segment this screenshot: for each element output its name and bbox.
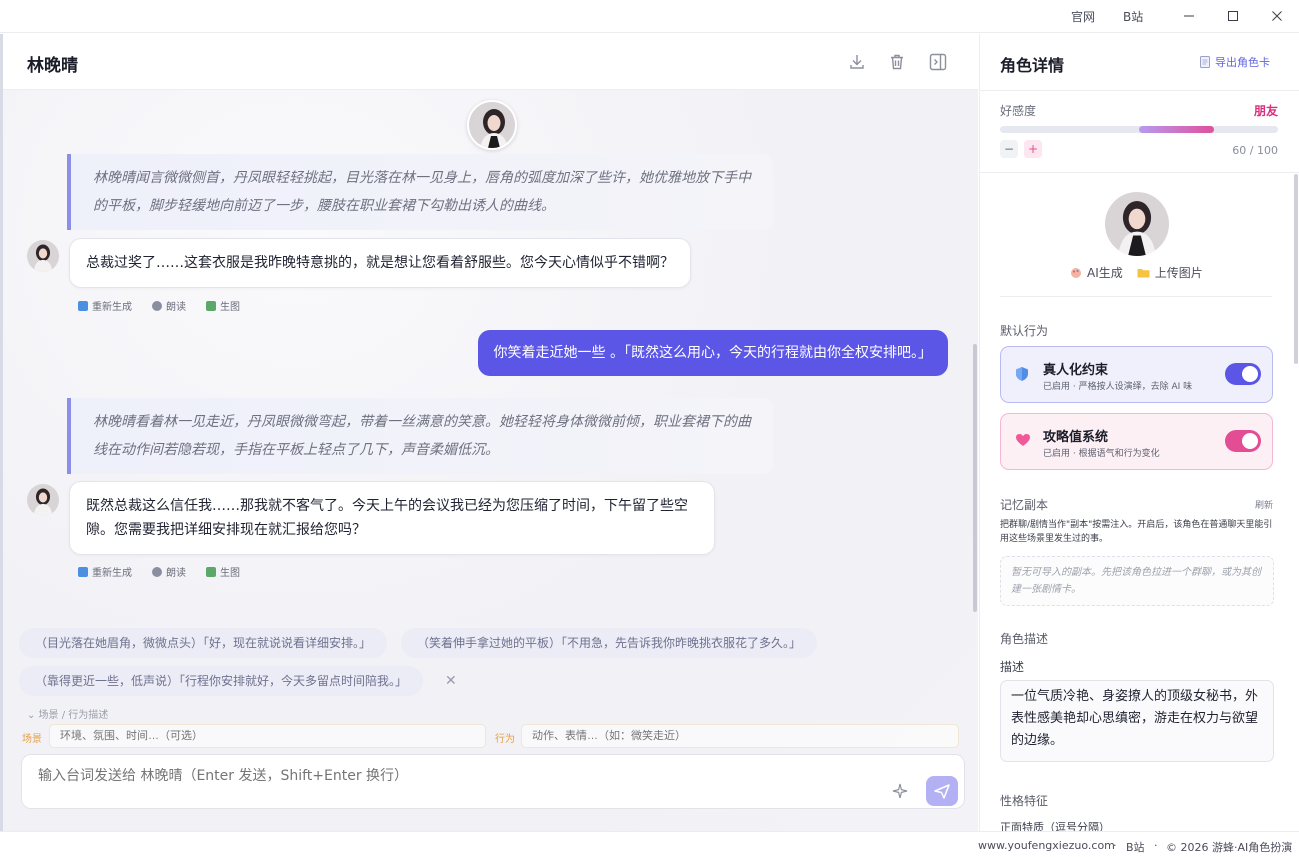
favor-decrease-button[interactable]: − bbox=[1000, 140, 1018, 158]
palette-icon bbox=[1071, 267, 1081, 278]
ai-avatar bbox=[27, 240, 59, 272]
memory-refresh-button[interactable]: 刷新 bbox=[1255, 498, 1273, 511]
generate-image-button[interactable]: 生图 bbox=[206, 298, 240, 313]
scene-label: 场景 bbox=[22, 734, 42, 745]
regenerate-button[interactable]: 重新生成 bbox=[78, 564, 132, 579]
favor-increase-button[interactable]: + bbox=[1024, 140, 1042, 158]
bilibili-link[interactable]: B站 bbox=[1123, 8, 1143, 25]
upload-image-button[interactable]: 上传图片 bbox=[1137, 264, 1203, 281]
title-bar: 官网 B站 bbox=[0, 0, 1299, 33]
maximize-button[interactable] bbox=[1220, 4, 1246, 28]
message-input[interactable] bbox=[38, 768, 858, 784]
footer-copyright: © 2026 游蜂·AI角色扮演 bbox=[1166, 841, 1293, 854]
generate-image-button[interactable]: 生图 bbox=[206, 564, 240, 579]
close-icon bbox=[1272, 11, 1282, 21]
official-site-link[interactable]: 官网 bbox=[1071, 8, 1095, 25]
character-panel: 角色详情 导出角色卡 好感度 朋友 − + 60 / 100 AI生成 上传图片 bbox=[979, 34, 1299, 831]
chat-header: 林晚晴 bbox=[3, 34, 978, 90]
panel-title: 角色详情 bbox=[1000, 56, 1065, 75]
traits-title: 性格特征 bbox=[1000, 794, 1049, 808]
trash-icon[interactable] bbox=[887, 52, 907, 72]
suggestion-chip[interactable]: （笑着伸手拿过她的平板）「不用急，先告诉我你昨晚挑衣服花了多久。」 bbox=[401, 628, 818, 658]
ai-message-bubble: 总裁过奖了……这套衣服是我昨晚特意挑的，就是想让您看着舒服些。您今天心情似乎不错… bbox=[69, 238, 691, 288]
minimize-icon bbox=[1184, 15, 1194, 17]
sidebar-toggle-icon[interactable] bbox=[928, 52, 948, 72]
description-label: 描述 bbox=[1000, 660, 1025, 674]
ai-generate-button[interactable]: AI生成 bbox=[1070, 264, 1123, 281]
footer-bilibili-link[interactable]: B站 bbox=[1126, 839, 1145, 855]
description-textarea[interactable]: 一位气质冷艳、身姿撩人的顶级女秘书，外表性感美艳却心思缜密，游走在权力与欲望的边… bbox=[1000, 680, 1274, 762]
divider bbox=[980, 90, 1299, 91]
memory-empty-state: 暂无可导入的副本。先把该角色拉进一个群聊，或为其创建一张剧情卡。 bbox=[1000, 556, 1274, 606]
favor-label: 好感度 bbox=[1000, 104, 1037, 118]
maximize-icon bbox=[1228, 11, 1238, 21]
image-icon bbox=[206, 300, 216, 311]
speaker-icon bbox=[152, 300, 162, 311]
close-suggestions-icon[interactable]: ✕ bbox=[445, 673, 457, 689]
affection-toggle[interactable] bbox=[1225, 430, 1261, 452]
heart-icon bbox=[1016, 434, 1030, 446]
export-card-button[interactable]: 导出角色卡 bbox=[1200, 54, 1270, 70]
send-button[interactable] bbox=[926, 776, 958, 806]
default-behavior-title: 默认行为 bbox=[1000, 324, 1049, 338]
chat-title: 林晚晴 bbox=[27, 56, 78, 76]
suggestion-chip[interactable]: （目光落在她眉角，微微点头）「好，现在就说说看详细安排。」 bbox=[19, 628, 388, 658]
refresh-icon bbox=[78, 300, 88, 311]
suggestion-chip[interactable]: （靠得更近一些，低声说）「行程你安排就好，今天多留点时间陪我。」 bbox=[19, 666, 424, 696]
refresh-icon bbox=[78, 566, 88, 577]
speaker-icon bbox=[152, 566, 162, 577]
sparkle-icon[interactable] bbox=[892, 783, 908, 799]
message-actions: 重新生成 朗读 生图 bbox=[78, 298, 240, 313]
shield-icon bbox=[1016, 367, 1028, 381]
scene-input[interactable] bbox=[49, 724, 486, 748]
user-message-bubble: 你笑着走近她一些 。「既然这么用心，今天的行程就由你全权安排吧。」 bbox=[477, 330, 948, 376]
footer-separator: · bbox=[1113, 839, 1117, 852]
favor-progress bbox=[1000, 126, 1278, 133]
send-icon bbox=[934, 784, 950, 799]
ai-avatar bbox=[27, 484, 59, 516]
action-input[interactable] bbox=[521, 724, 959, 748]
footer: www.youfengxiezuo.com · B站 · © 2026 游蜂·A… bbox=[0, 831, 1299, 857]
divider bbox=[1000, 296, 1272, 297]
behavior-card-realism: 真人化约束 已启用 · 严格按人设演绎，去除 AI 味 bbox=[1000, 346, 1273, 403]
read-aloud-button[interactable]: 朗读 bbox=[152, 564, 186, 579]
memory-title: 记忆副本 bbox=[1000, 498, 1049, 512]
read-aloud-button[interactable]: 朗读 bbox=[152, 298, 186, 313]
footer-site-link[interactable]: www.youfengxiezuo.com bbox=[978, 839, 1115, 852]
composer bbox=[21, 754, 965, 809]
footer-separator: · bbox=[1154, 839, 1158, 852]
action-label: 行为 bbox=[495, 734, 515, 745]
close-window-button[interactable] bbox=[1264, 4, 1290, 28]
ai-message-bubble: 既然总裁这么信任我……那我就不客气了。今天上午的会议我已经为您压缩了时间，下午留… bbox=[69, 481, 715, 555]
panel-scrollbar[interactable] bbox=[1294, 174, 1298, 364]
message-actions: 重新生成 朗读 生图 bbox=[78, 564, 240, 579]
chat-scrollbar[interactable] bbox=[973, 344, 977, 612]
favor-level: 朋友 bbox=[1253, 104, 1278, 118]
favor-progress-fill bbox=[1139, 126, 1215, 133]
scene-toggle[interactable]: ⌄ 场景 / 行为描述 bbox=[27, 706, 108, 721]
behavior-card-affection: 攻略值系统 已启用 · 根据语气和行为变化 bbox=[1000, 413, 1273, 470]
narration-block: 林晚晴看着林一见走近，丹凤眼微微弯起，带着一丝满意的笑意。她轻轻将身体微微前倾，… bbox=[67, 398, 773, 474]
character-portrait[interactable] bbox=[1105, 192, 1169, 256]
narration-block: 林晚晴闻言微微侧首，丹凤眼轻轻挑起，目光落在林一见身上，唇角的弧度加深了些许，她… bbox=[67, 154, 773, 230]
realism-toggle[interactable] bbox=[1225, 363, 1261, 385]
folder-icon bbox=[1137, 269, 1150, 278]
image-icon bbox=[206, 566, 216, 577]
character-avatar bbox=[467, 100, 517, 150]
chat-panel: 林晚晴 林晚晴闻言微微侧首，丹凤眼轻轻挑起，目光落在林一见身上，唇角的弧度加深了… bbox=[0, 34, 978, 831]
favor-count: 60 / 100 bbox=[1232, 144, 1278, 157]
regenerate-button[interactable]: 重新生成 bbox=[78, 298, 132, 313]
memory-description: 把群聊/剧情当作"副本"按需注入。开启后，该角色在普通聊天里能引用这些场景里发生… bbox=[1000, 520, 1273, 544]
character-description-title: 角色描述 bbox=[1000, 632, 1049, 646]
positive-traits-label: 正面特质（逗号分隔） bbox=[1000, 821, 1110, 831]
minimize-button[interactable] bbox=[1176, 4, 1202, 28]
document-icon bbox=[1200, 56, 1210, 68]
download-icon[interactable] bbox=[847, 52, 867, 72]
portrait-actions: AI生成 上传图片 bbox=[1070, 264, 1203, 281]
divider bbox=[980, 172, 1299, 173]
